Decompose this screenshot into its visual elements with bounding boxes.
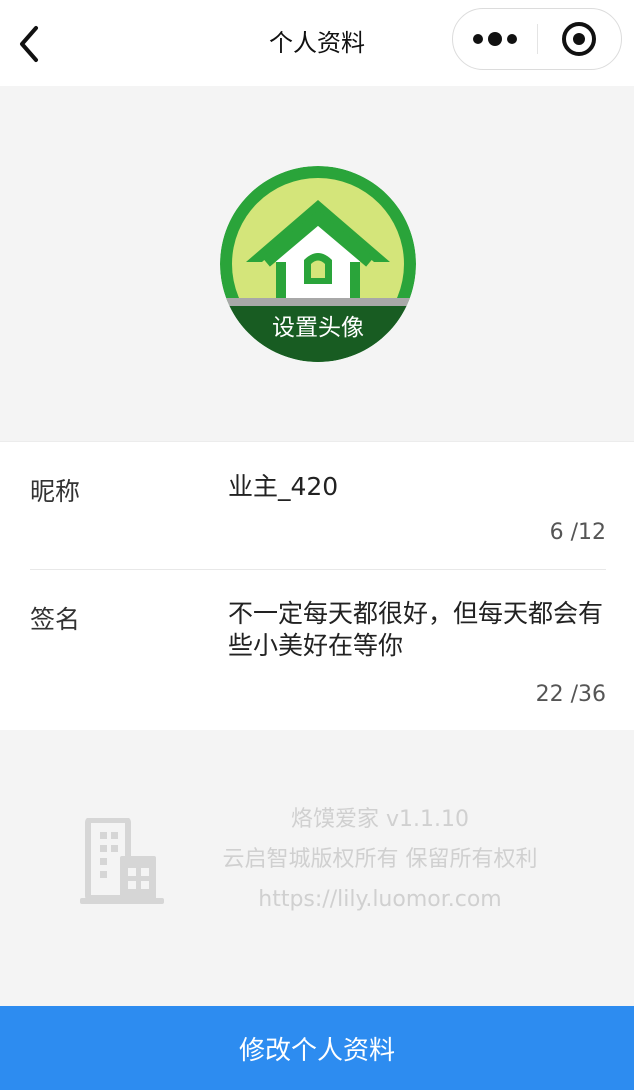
- mini-program-capsule: [452, 8, 622, 70]
- signature-label: 签名: [30, 605, 81, 634]
- website-url-text: https://lily.luomor.com: [258, 887, 502, 912]
- set-avatar-label: 设置头像: [272, 315, 364, 341]
- nickname-field[interactable]: 业主_420: [228, 470, 608, 504]
- edit-profile-button[interactable]: 修改个人资料: [0, 1006, 634, 1090]
- copyright-text: 云启智城版权所有 保留所有权利: [222, 847, 538, 872]
- more-button[interactable]: [453, 9, 537, 69]
- signature-char-count: 22 /36: [535, 682, 606, 707]
- nickname-char-count: 6 /12: [549, 520, 606, 545]
- app-version-text: 烙馍爱家 v1.1.10: [291, 807, 469, 832]
- row-divider: [30, 569, 606, 570]
- close-button[interactable]: [538, 9, 622, 69]
- avatar-section: 设置头像: [0, 86, 634, 441]
- navigation-bar: 个人资料: [0, 0, 634, 86]
- more-dots-icon: [472, 32, 517, 46]
- target-close-icon: [562, 22, 597, 56]
- profile-form: 昵称 业主_420 6 /12 签名 不一定每天都很好，但每天都会有些小美好在等…: [0, 441, 634, 730]
- footer: 烙馍爱家 v1.1.10 云启智城版权所有 保留所有权利 https://lil…: [0, 730, 634, 1006]
- signature-field[interactable]: 不一定每天都很好，但每天都会有些小美好在等你: [228, 598, 606, 662]
- avatar[interactable]: 设置头像: [220, 166, 416, 362]
- nickname-label: 昵称: [30, 477, 81, 506]
- building-icon: [80, 818, 164, 904]
